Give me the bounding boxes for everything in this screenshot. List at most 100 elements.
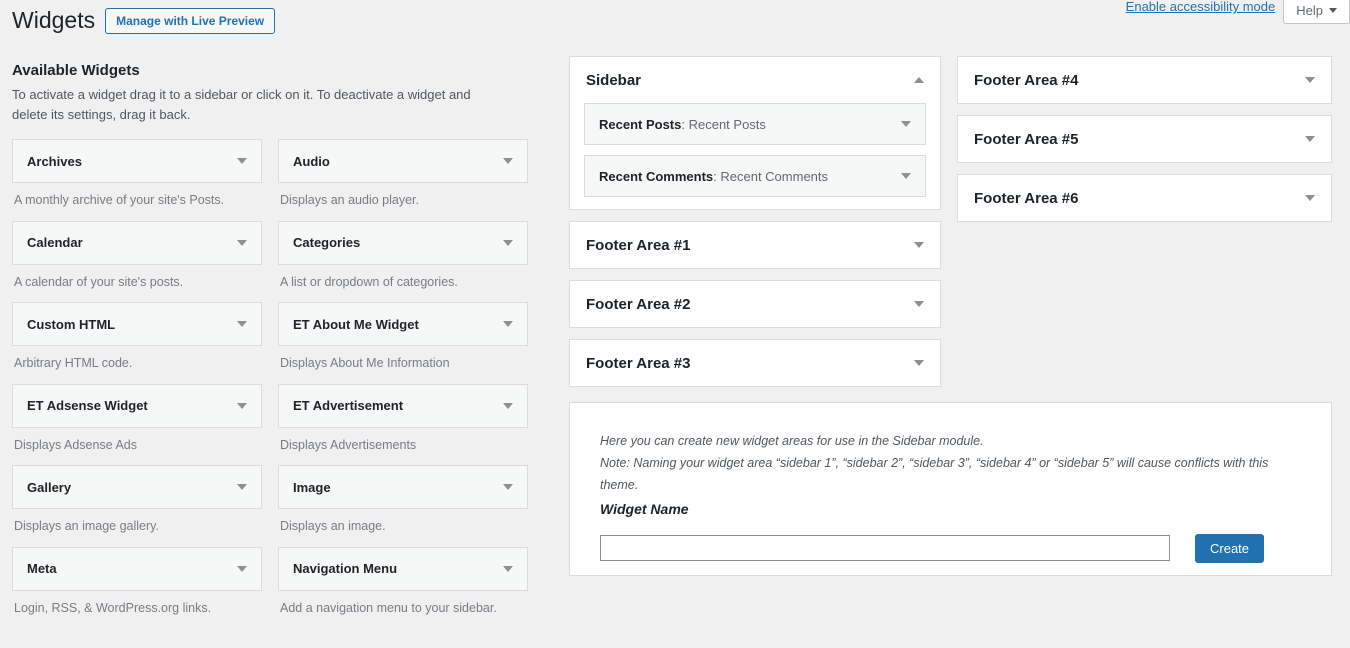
widget-area-panel-header[interactable]: Footer Area #5 [958, 116, 1331, 162]
widget-area-title: Footer Area #3 [586, 355, 914, 372]
admin-topbar: Enable accessibility mode Help [1126, 0, 1350, 30]
available-widget-item: ET Advertisement Displays Advertisements [278, 384, 528, 455]
enable-accessibility-mode-link[interactable]: Enable accessibility mode [1126, 0, 1276, 14]
available-widgets-section: Available Widgets To activate a widget d… [12, 62, 528, 628]
widgets-admin-page: Enable accessibility mode Help Widgets M… [0, 0, 1350, 648]
widget-area-panel: Footer Area #6 [957, 174, 1332, 222]
available-widget-name: Calendar [27, 235, 237, 250]
chevron-down-icon[interactable] [237, 484, 247, 490]
available-widget-card[interactable]: ET Adsense Widget [12, 384, 262, 428]
available-widget-card[interactable]: Gallery [12, 465, 262, 509]
available-widget-card[interactable]: Calendar [12, 221, 262, 265]
assigned-widget-title: : Recent Posts [681, 117, 766, 132]
chevron-down-icon[interactable] [503, 321, 513, 327]
available-widgets-description: To activate a widget drag it to a sideba… [12, 85, 482, 125]
chevron-down-icon [1329, 8, 1337, 13]
available-widget-name: ET Advertisement [293, 398, 503, 413]
available-widget-name: Gallery [27, 480, 237, 495]
available-widget-card[interactable]: Categories [278, 221, 528, 265]
chevron-down-icon[interactable] [503, 240, 513, 246]
chevron-up-icon[interactable] [914, 77, 924, 83]
help-button[interactable]: Help [1283, 0, 1350, 24]
chevron-down-icon[interactable] [503, 484, 513, 490]
available-widget-description: Arbitrary HTML code. [12, 346, 262, 373]
widget-area-panel-header[interactable]: Footer Area #1 [570, 222, 940, 268]
available-widget-description: Displays Adsense Ads [12, 428, 262, 455]
page-header: Widgets Manage with Live Preview [12, 6, 275, 36]
available-widget-card[interactable]: ET About Me Widget [278, 302, 528, 346]
available-widget-description: Displays an image. [278, 509, 528, 536]
widget-area-title: Footer Area #1 [586, 237, 914, 254]
available-widget-item: GalleryDisplays an image gallery. [12, 465, 262, 536]
widget-area-panel-header[interactable]: Footer Area #3 [570, 340, 940, 386]
create-area-note-line-2: Note: Naming your widget area “sidebar 1… [600, 453, 1301, 497]
widget-area-panel-header[interactable]: Footer Area #6 [958, 175, 1331, 221]
available-widget-item: Custom HTMLArbitrary HTML code. [12, 302, 262, 373]
available-widget-item: MetaLogin, RSS, & WordPress.org links. [12, 547, 262, 618]
available-widget-card[interactable]: Archives [12, 139, 262, 183]
chevron-down-icon[interactable] [901, 173, 911, 179]
widget-area-panel: Footer Area #2 [569, 280, 941, 328]
available-widget-description: A monthly archive of your site's Posts. [12, 183, 262, 210]
help-button-label: Help [1296, 3, 1323, 18]
assigned-widget[interactable]: Recent Posts: Recent Posts [584, 103, 926, 145]
chevron-down-icon[interactable] [901, 121, 911, 127]
available-widget-card[interactable]: Image [278, 465, 528, 509]
available-widget-card[interactable]: Custom HTML [12, 302, 262, 346]
available-widget-card[interactable]: Audio [278, 139, 528, 183]
manage-with-live-preview-button[interactable]: Manage with Live Preview [105, 8, 275, 34]
widget-area-panel: Footer Area #3 [569, 339, 941, 387]
sidebars-right-column: Footer Area #4 Footer Area #5 Footer Area … [957, 56, 1332, 233]
available-widget-description: Displays About Me Information [278, 346, 528, 373]
available-widget-name: Audio [293, 154, 503, 169]
available-widget-name: Image [293, 480, 503, 495]
chevron-down-icon[interactable] [1305, 195, 1315, 201]
chevron-down-icon[interactable] [1305, 136, 1315, 142]
widget-area-title: Footer Area #5 [974, 131, 1305, 148]
chevron-down-icon[interactable] [914, 360, 924, 366]
available-widget-item: Archives A monthly archive of your site's… [12, 139, 262, 210]
available-widget-name: Categories [293, 235, 503, 250]
available-widget-card[interactable]: ET Advertisement [278, 384, 528, 428]
widget-area-sidebar-body: Recent Posts: Recent Posts Recent Comment… [570, 103, 940, 209]
assigned-widget-label: Recent Posts: Recent Posts [599, 117, 901, 132]
chevron-down-icon[interactable] [1305, 77, 1315, 83]
widget-area-title: Footer Area #4 [974, 72, 1305, 89]
widget-area-panel-header[interactable]: Footer Area #2 [570, 281, 940, 327]
available-widget-card[interactable]: Navigation Menu [278, 547, 528, 591]
chevron-down-icon[interactable] [914, 301, 924, 307]
assigned-widget[interactable]: Recent Comments: Recent Comments [584, 155, 926, 197]
widget-name-input[interactable] [600, 535, 1170, 561]
widget-area-title: Sidebar [586, 72, 914, 89]
available-widget-item: AudioDisplays an audio player. [278, 139, 528, 210]
available-widget-description: Add a navigation menu to your sidebar. [278, 591, 528, 618]
chevron-down-icon[interactable] [503, 403, 513, 409]
available-widget-item: ET Adsense Widget Displays Adsense Ads [12, 384, 262, 455]
available-widget-name: Navigation Menu [293, 561, 503, 576]
available-widget-card[interactable]: Meta [12, 547, 262, 591]
widget-area-title: Footer Area #6 [974, 190, 1305, 207]
chevron-down-icon[interactable] [503, 158, 513, 164]
available-widget-description: Displays Advertisements [278, 428, 528, 455]
widget-area-sidebar-header[interactable]: Sidebar [570, 57, 940, 103]
widget-area-panel: Footer Area #1 [569, 221, 941, 269]
available-widget-description: A calendar of your site's posts. [12, 265, 262, 292]
available-widget-name: ET Adsense Widget [27, 398, 237, 413]
chevron-down-icon[interactable] [237, 158, 247, 164]
create-button[interactable]: Create [1195, 534, 1264, 563]
create-widget-area-box: Here you can create new widget areas for… [569, 402, 1332, 576]
chevron-down-icon[interactable] [237, 403, 247, 409]
assigned-widget-label: Recent Comments: Recent Comments [599, 169, 901, 184]
chevron-down-icon[interactable] [914, 242, 924, 248]
chevron-down-icon[interactable] [237, 566, 247, 572]
middle-footer-areas: Footer Area #1 Footer Area #2 Footer Area … [569, 221, 941, 387]
widget-area-panel-header[interactable]: Footer Area #4 [958, 57, 1331, 103]
chevron-down-icon[interactable] [237, 321, 247, 327]
available-widget-name: Archives [27, 154, 237, 169]
available-widget-item: ET About Me WidgetDisplays About Me Info… [278, 302, 528, 373]
chevron-down-icon[interactable] [503, 566, 513, 572]
widget-area-title: Footer Area #2 [586, 296, 914, 313]
chevron-down-icon[interactable] [237, 240, 247, 246]
sidebars-middle-column: Sidebar Recent Posts: Recent PostsRecent… [569, 56, 941, 398]
create-widget-area-row: Create [600, 534, 1301, 563]
